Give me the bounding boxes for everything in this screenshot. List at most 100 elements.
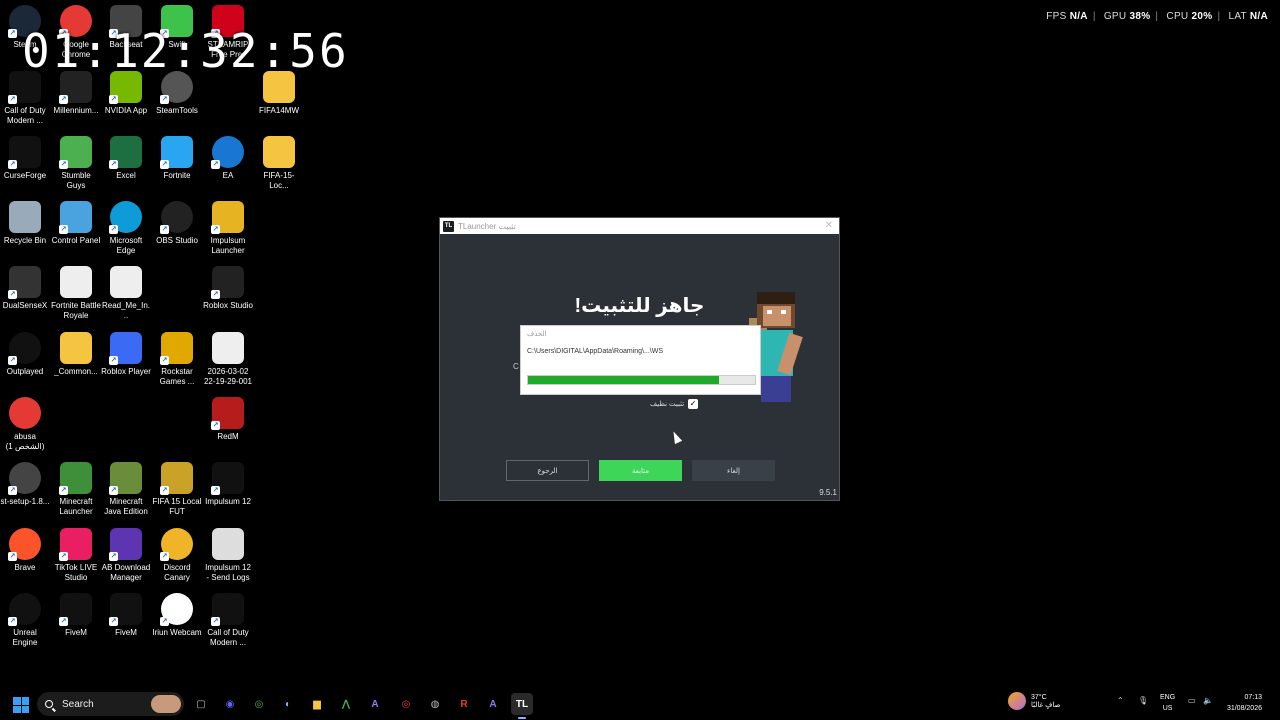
start-button[interactable] [13, 697, 29, 713]
desktop-icon-label: DualSenseX [2, 301, 48, 310]
discord-icon[interactable]: ◉ [219, 693, 241, 715]
desktop-icon[interactable]: ↗ Iriun Webcam [152, 593, 202, 638]
desktop-icon[interactable]: ↗ Impulsum 12 [203, 462, 253, 507]
shortcut-arrow-icon: ↗ [109, 95, 118, 104]
steam-setup-taskbar-icon[interactable]: ◍ [424, 693, 446, 715]
desktop-icon-label: Control Panel [51, 236, 101, 245]
discord-canary-icon: ↗ [160, 528, 193, 561]
desktop-icon[interactable]: FIFA-15-Loc... [254, 136, 304, 191]
desktop-icon-label: CurseForge [3, 171, 47, 180]
desktop-icon[interactable]: ↗ Rockstar Games ... [152, 332, 202, 387]
desktop-icon[interactable]: ↗ Discord Canary [152, 528, 202, 583]
desktop-icon[interactable]: ↗ Unreal Engine [0, 593, 50, 648]
desktop-icon[interactable]: ↗ AB Download Manager [101, 528, 151, 583]
desktop-icon-label: AB Download Manager [101, 563, 151, 582]
search-box[interactable]: Search [37, 692, 184, 716]
desktop-icon[interactable]: ↗ Control Panel [51, 201, 101, 246]
arc-icon[interactable]: A [364, 693, 386, 715]
desktop-icon[interactable]: ↗ CurseForge [0, 136, 50, 181]
desktop-icon-label: Minecraft Java Edition [104, 497, 148, 516]
desktop-icon[interactable]: ↗ EA [203, 136, 253, 181]
video-file-icon [212, 332, 244, 364]
impulsum12-icon: ↗ [211, 462, 244, 495]
language-indicator[interactable]: ENG US [1160, 692, 1175, 714]
clean-install-checkbox[interactable]: ✓ [688, 399, 699, 409]
shortcut-arrow-icon: ↗ [160, 617, 169, 626]
desktop-icon-label: abusa (الشخص 1) [5, 432, 45, 451]
clean-install-option[interactable]: تثبيت نظيف ✓ [650, 399, 699, 409]
desktop-icon[interactable]: Fortnite Battle Royale [51, 266, 101, 321]
desktop-icon[interactable]: ↗ st-setup-1.8... [0, 462, 50, 507]
fivem-icon: ↗ [109, 593, 142, 626]
weather-temp: 37°C [1031, 693, 1047, 701]
lang-secondary: US [1162, 705, 1173, 712]
desktop-icon[interactable]: _Common... [51, 332, 101, 377]
shortcut-arrow-icon: ↗ [8, 160, 17, 169]
cancel-button[interactable]: إلغاء [692, 460, 775, 481]
steam-taskbar-icon[interactable]: ◐ [277, 693, 299, 715]
desktop-icon[interactable]: ↗ Excel [101, 136, 151, 181]
desktop-icon[interactable]: ↗ Impulsum Launcher [203, 201, 253, 256]
desktop-icon[interactable]: ↗ Fortnite [152, 136, 202, 181]
desktop-icon-label: Call of Duty Modern ... [4, 106, 46, 125]
shortcut-arrow-icon: ↗ [8, 95, 17, 104]
clock-tray[interactable]: 07:13 31/08/2026 [1227, 692, 1262, 714]
microphone-icon[interactable]: 🎙 [1138, 696, 1148, 705]
desktop-icon[interactable]: Impulsum 12 - Send Logs [203, 528, 253, 583]
desktop-icon[interactable]: 2026-03-02 22-19-29-001 [203, 332, 253, 387]
desktop-icon-label: FIFA 15 Local FUT [152, 497, 202, 516]
tlauncher-taskbar-icon[interactable]: TL [511, 693, 533, 719]
close-icon[interactable]: ✕ [825, 220, 833, 231]
desktop-icon-label: Impulsum Launcher [210, 236, 246, 255]
next-button[interactable]: متابعة [599, 460, 682, 481]
redm-taskbar-icon[interactable]: R [453, 693, 475, 715]
steam-setup-icon: ↗ [8, 462, 41, 495]
back-button[interactable]: الرجوع [506, 460, 589, 481]
desktop-icon-label: OBS Studio [156, 236, 198, 245]
desktop-icon[interactable]: ↗ FiveM [101, 593, 151, 638]
desktop-icon[interactable]: ↗ RedM [203, 397, 253, 442]
shortcut-arrow-icon: ↗ [59, 225, 68, 234]
desktop-icon[interactable]: Read_Me_In... [101, 266, 151, 321]
file-explorer-icon[interactable]: ▆ [306, 693, 328, 715]
desktop-icon[interactable]: abusa (الشخص 1) [0, 397, 50, 452]
shortcut-arrow-icon: ↗ [8, 617, 17, 626]
chrome-profile-taskbar-icon[interactable]: ◎ [395, 693, 417, 715]
fps-value: N/A [1069, 11, 1088, 22]
desktop-icon-label: Recycle Bin [3, 236, 47, 245]
shortcut-arrow-icon: ↗ [109, 486, 118, 495]
volume-icon[interactable]: 🔈 [1203, 696, 1213, 705]
desktop-icon[interactable]: ↗ OBS Studio [152, 201, 202, 246]
desktop-icon[interactable]: ↗ Stumble Guys [51, 136, 101, 191]
network-icon[interactable]: ▭ [1188, 696, 1196, 705]
weather-icon [1008, 692, 1026, 710]
desktop-icon-label: Roblox Player [101, 367, 151, 376]
desktop-icon[interactable]: ↗ Outplayed [0, 332, 50, 377]
desktop-icon[interactable]: ↗ Microsoft Edge [101, 201, 151, 256]
desktop-icon[interactable]: Recycle Bin [0, 201, 50, 246]
task-view-icon[interactable]: ▢ [190, 693, 212, 715]
desktop-icon[interactable]: ↗ Minecraft Launcher [51, 462, 101, 517]
desktop-icon[interactable]: ↗ Call of Duty Modern ... [203, 593, 253, 648]
desktop-icon-label: Rockstar Games ... [159, 367, 195, 386]
obs-icon: ↗ [160, 201, 193, 234]
desktop-icon[interactable]: ↗ FIFA 15 Local FUT [152, 462, 202, 517]
chrome-profile-icon [9, 397, 41, 429]
desktop-icon[interactable]: ↗ Brave [0, 528, 50, 573]
desktop-icon[interactable]: ↗ TikTok LIVE Studio [51, 528, 101, 583]
version-label: 9.5.1 [819, 488, 837, 497]
chevron-up-icon[interactable]: ⌃ [1117, 696, 1124, 705]
desktop-icon[interactable]: ↗ FiveM [51, 593, 101, 638]
desktop-icon[interactable]: ↗ Roblox Studio [203, 266, 253, 311]
desktop-icon-label: Fortnite Battle Royale [51, 301, 101, 320]
weather-widget[interactable]: 37°C صافٍ غالبًا [1008, 692, 1060, 710]
window-titlebar[interactable]: TL TLauncher تثبيت ✕ [440, 218, 839, 234]
desktop-icon-label: Microsoft Edge [109, 236, 143, 255]
desktop-icon[interactable]: ↗ DualSenseX [0, 266, 50, 311]
desktop-icon[interactable]: ↗ Call of Duty Modern ... [0, 71, 50, 126]
chrome-taskbar-icon[interactable]: ◎ [248, 693, 270, 715]
desktop-icon[interactable]: ↗ Roblox Player [101, 332, 151, 377]
fivem-taskbar-icon[interactable]: ⋀ [335, 693, 357, 715]
desktop-icon[interactable]: ↗ Minecraft Java Edition [101, 462, 151, 517]
arc2-icon[interactable]: A [482, 693, 504, 715]
